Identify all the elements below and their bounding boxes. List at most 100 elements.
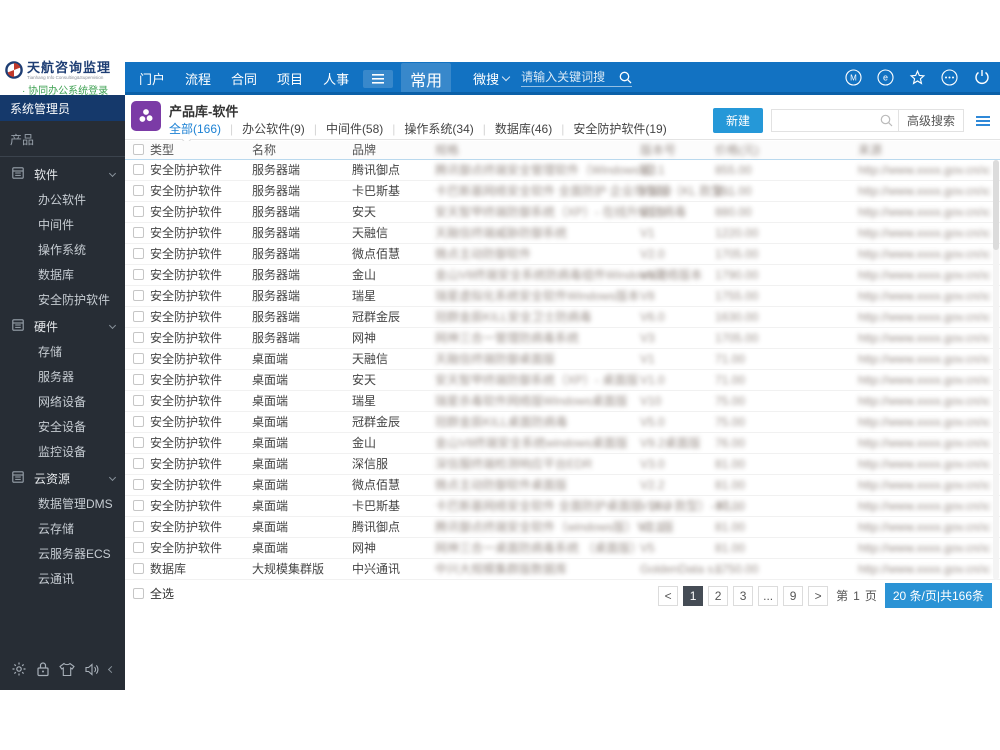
power-logout-icon[interactable] xyxy=(973,69,990,86)
table-row[interactable]: 安全防护软件 桌面端 瑞星 瑞星杀毒软件网络版Windows桌面版 V10 75.00 ht… xyxy=(125,391,1000,412)
tree-item-办公软件[interactable]: 办公软件 xyxy=(0,188,125,213)
filter-search-input[interactable] xyxy=(771,110,880,131)
tree-item-数据管理DMS[interactable]: 数据管理DMS xyxy=(0,492,125,517)
row-checkbox[interactable] xyxy=(133,311,144,322)
table-row[interactable]: 安全防护软件 桌面端 腾讯御点 腾讯御点终端安全软件（windows版）V2.1版 V2… xyxy=(125,517,1000,538)
table-row[interactable]: 安全防护软件 桌面端 冠群金辰 冠群金辰KILL桌面防病毒 V5.0 75.00 http:… xyxy=(125,412,1000,433)
table-row[interactable]: 安全防护软件 桌面端 网神 网神三合一桌面防病毒系统 （桌面版） V5 81.00 http… xyxy=(125,538,1000,559)
tree-group-云资源[interactable]: 云资源 xyxy=(0,465,125,492)
row-checkbox[interactable] xyxy=(133,185,144,196)
lock-screen-icon[interactable] xyxy=(36,661,50,677)
page-button-3[interactable]: 3 xyxy=(733,585,754,606)
tree-item-云服务器ECS[interactable]: 云服务器ECS xyxy=(0,542,125,567)
tree-item-监控设备[interactable]: 监控设备 xyxy=(0,440,125,465)
enterprise-chat-icon[interactable]: e xyxy=(877,68,894,86)
table-row[interactable]: 安全防护软件 服务器端 金山 金山V8终端安全系统防病毒组件Windows网络版本 V9… xyxy=(125,265,1000,286)
nav-item-门户[interactable]: 门户 xyxy=(139,69,165,88)
tree-item-云通讯[interactable]: 云通讯 xyxy=(0,567,125,592)
row-checkbox[interactable] xyxy=(133,416,144,427)
row-checkbox[interactable] xyxy=(133,290,144,301)
wesearch-dropdown[interactable]: 微搜 xyxy=(473,69,511,88)
tree-group-硬件[interactable]: 硬件 xyxy=(0,313,125,340)
page-jump-number[interactable]: 1 xyxy=(853,589,860,603)
table-row[interactable]: 安全防护软件 服务器端 天融信 天融信终端威胁防御系统 V1 1220.00 http://… xyxy=(125,223,1000,244)
tree-item-网络设备[interactable]: 网络设备 xyxy=(0,390,125,415)
page-button-9[interactable]: 9 xyxy=(783,585,804,606)
tree-group-软件[interactable]: 软件 xyxy=(0,161,125,188)
page-button-2[interactable]: 2 xyxy=(708,585,729,606)
table-row[interactable]: 安全防护软件 服务器端 微点佰慧 微点主动防御软件 V2.0 1705.00 http://… xyxy=(125,244,1000,265)
table-row[interactable]: 安全防护软件 桌面端 金山 金山V8终端安全系统windows桌面版 V9.2桌面版 76… xyxy=(125,433,1000,454)
table-row[interactable]: 安全防护软件 服务器端 瑞星 瑞星虚拟化系统安全软件Windows版本 V8 1755.0… xyxy=(125,286,1000,307)
table-row[interactable]: 安全防护软件 服务器端 卡巴斯基 卡巴斯基网络安全软件 全面防护 企业增强版（KL 款… xyxy=(125,181,1000,202)
theme-shirt-icon[interactable] xyxy=(59,662,75,677)
table-row[interactable]: 安全防护软件 桌面端 深信服 深信服终端检测响应平台EDR V3.0 81.00 http:… xyxy=(125,454,1000,475)
tree-item-安全设备[interactable]: 安全设备 xyxy=(0,415,125,440)
page-button-...[interactable]: ... xyxy=(758,585,779,606)
sidebar-section-product[interactable]: 产品 xyxy=(0,121,125,156)
page-button-1[interactable]: 1 xyxy=(683,585,704,606)
nav-item-合同[interactable]: 合同 xyxy=(231,69,257,88)
tree-item-云存储[interactable]: 云存储 xyxy=(0,517,125,542)
nav-item-流程[interactable]: 流程 xyxy=(185,69,211,88)
row-checkbox[interactable] xyxy=(133,248,144,259)
more-options-icon[interactable] xyxy=(941,68,958,86)
select-all-checkbox[interactable] xyxy=(133,588,144,599)
row-checkbox[interactable] xyxy=(133,269,144,280)
row-checkbox[interactable] xyxy=(133,164,144,175)
nav-item-人事[interactable]: 人事 xyxy=(323,69,349,88)
row-checkbox[interactable] xyxy=(133,542,144,553)
table-row[interactable]: 安全防护软件 服务器端 冠群金辰 冠群金辰KILL安全卫士防病毒 V6.0 1630.00… xyxy=(125,307,1000,328)
tree-item-操作系统[interactable]: 操作系统 xyxy=(0,238,125,263)
tree-item-数据库[interactable]: 数据库 xyxy=(0,263,125,288)
row-checkbox[interactable] xyxy=(133,332,144,343)
table-row[interactable]: 安全防护软件 服务器端 安天 安天智甲终端防御系统（XP）- 在线升级防病毒 V1.0 8… xyxy=(125,202,1000,223)
row-checkbox[interactable] xyxy=(133,353,144,364)
list-view-toggle-icon[interactable] xyxy=(976,115,990,126)
row-checkbox[interactable] xyxy=(133,227,144,238)
tab-操作系统(34)[interactable]: 操作系统(34) xyxy=(404,120,473,137)
sound-speaker-icon[interactable] xyxy=(84,662,100,677)
table-scrollbar[interactable] xyxy=(993,160,999,580)
collapse-chevron-icon[interactable] xyxy=(108,665,116,673)
row-checkbox[interactable] xyxy=(133,458,144,469)
table-row[interactable]: 安全防护软件 桌面端 安天 安天智甲终端防御系统（XP）- 桌面版 V1.0 71.00 h… xyxy=(125,370,1000,391)
tab-全部(166)[interactable]: 全部(166) xyxy=(169,120,221,137)
tree-item-服务器[interactable]: 服务器 xyxy=(0,365,125,390)
favorite-star-icon[interactable] xyxy=(909,69,926,86)
tab-办公软件(9)[interactable]: 办公软件(9) xyxy=(242,120,305,137)
table-row[interactable]: 数据库 大规模集群版 中兴通讯 中兴大规模集群版数据库 GoldenData s... 8… xyxy=(125,559,1000,580)
table-row[interactable]: 安全防护软件 服务器端 网神 网神三合一管理防病毒系统 V3 1705.00 http://… xyxy=(125,328,1000,349)
settings-gear-icon[interactable] xyxy=(11,661,27,677)
header-checkbox[interactable] xyxy=(133,144,144,155)
row-checkbox[interactable] xyxy=(133,521,144,532)
row-checkbox[interactable] xyxy=(133,206,144,217)
global-search-input[interactable] xyxy=(521,70,614,84)
table-row[interactable]: 安全防护软件 服务器端 腾讯御点 腾讯御点终端安全管理软件（Windows版） V2.1… xyxy=(125,160,1000,181)
nav-item-favorites[interactable]: 常用 xyxy=(401,62,452,95)
row-checkbox[interactable] xyxy=(133,374,144,385)
tab-数据库(46)[interactable]: 数据库(46) xyxy=(495,120,552,137)
row-checkbox[interactable] xyxy=(133,479,144,490)
table-row[interactable]: 安全防护软件 桌面端 微点佰慧 微点主动防御软件桌面版 V2.2 81.00 http://… xyxy=(125,475,1000,496)
table-row[interactable]: 安全防护软件 桌面端 卡巴斯基 卡巴斯基网络安全软件 全面防护桌面版（KU 款型）- … xyxy=(125,496,1000,517)
message-icon[interactable]: M xyxy=(845,68,862,86)
nav-menu-button[interactable] xyxy=(363,69,394,88)
tree-item-存储[interactable]: 存储 xyxy=(0,340,125,365)
search-icon[interactable] xyxy=(619,71,632,84)
nav-item-项目[interactable]: 项目 xyxy=(277,69,303,88)
tree-item-安全防护软件[interactable]: 安全防护软件 xyxy=(0,288,125,313)
row-checkbox[interactable] xyxy=(133,395,144,406)
new-button[interactable]: 新建 xyxy=(712,108,763,133)
tree-item-中间件[interactable]: 中间件 xyxy=(0,213,125,238)
advanced-search-button[interactable]: 高级搜索 xyxy=(897,110,963,131)
page-prev-button[interactable]: < xyxy=(658,585,679,606)
row-checkbox[interactable] xyxy=(133,563,144,574)
tab-中间件(58)[interactable]: 中间件(58) xyxy=(326,120,383,137)
per-page-badge[interactable]: 20 条/页|共166条 xyxy=(884,583,992,608)
table-row[interactable]: 安全防护软件 桌面端 天融信 天融信终端防御桌面版 V1 71.00 http://www.… xyxy=(125,349,1000,370)
row-checkbox[interactable] xyxy=(133,437,144,448)
page-next-button[interactable]: > xyxy=(808,585,829,606)
row-checkbox[interactable] xyxy=(133,500,144,511)
filter-search-icon[interactable] xyxy=(880,110,898,131)
